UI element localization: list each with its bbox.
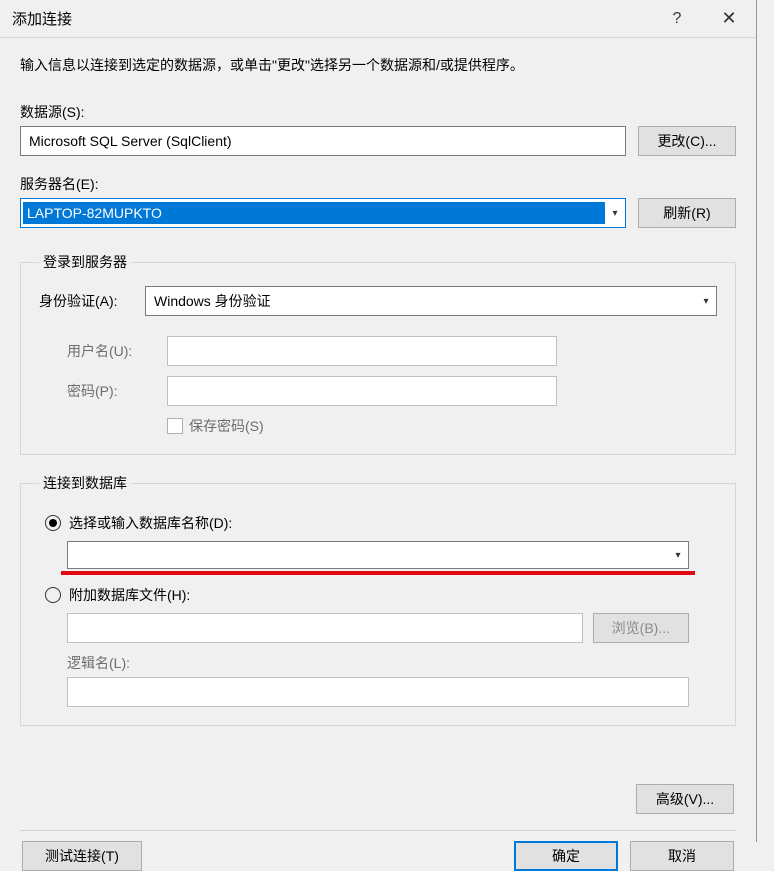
divider [20, 830, 736, 831]
cancel-button[interactable]: 取消 [630, 841, 734, 871]
server-name-combo[interactable]: LAPTOP-82MUPKTO ▾ [20, 198, 626, 228]
dialog-title: 添加连接 [12, 8, 652, 29]
logical-name-input [67, 677, 689, 707]
titlebar: 添加连接 ? ✕ [0, 0, 756, 38]
attach-db-label: 附加数据库文件(H): [69, 585, 190, 605]
dialog-body: 输入信息以连接到选定的数据源，或单击"更改"选择另一个数据源和/或提供程序。 数… [0, 38, 756, 871]
data-source-input [20, 126, 626, 156]
server-name-value: LAPTOP-82MUPKTO [23, 202, 605, 224]
auth-label: 身份验证(A): [39, 291, 133, 311]
browse-button: 浏览(B)... [593, 613, 689, 643]
attach-file-input [67, 613, 583, 643]
chevron-down-icon: ▾ [668, 550, 688, 561]
chevron-down-icon: ▾ [605, 208, 625, 219]
data-source-label: 数据源(S): [20, 102, 736, 122]
server-name-label: 服务器名(E): [20, 174, 736, 194]
password-label: 密码(P): [67, 381, 167, 401]
chevron-down-icon: ▾ [696, 296, 716, 307]
close-button[interactable]: ✕ [702, 0, 756, 38]
instruction-text: 输入信息以连接到选定的数据源，或单击"更改"选择另一个数据源和/或提供程序。 [20, 54, 736, 76]
login-fieldset: 登录到服务器 身份验证(A): Windows 身份验证 ▾ 用户名(U): 密… [20, 252, 736, 455]
database-fieldset: 连接到数据库 选择或输入数据库名称(D): ▾ 附加数据库文件(H): 浏览(B… [20, 473, 736, 726]
logical-name-label: 逻辑名(L): [67, 653, 689, 673]
username-input [167, 336, 557, 366]
database-legend: 连接到数据库 [39, 473, 131, 493]
password-input [167, 376, 557, 406]
auth-combo[interactable]: Windows 身份验证 ▾ [145, 286, 717, 316]
dialog-footer: 测试连接(T) 确定 取消 [20, 841, 736, 871]
login-legend: 登录到服务器 [39, 252, 131, 272]
ok-button[interactable]: 确定 [514, 841, 618, 871]
add-connection-dialog: 添加连接 ? ✕ 输入信息以连接到选定的数据源，或单击"更改"选择另一个数据源和… [0, 0, 757, 842]
annotation-underline [61, 571, 695, 575]
refresh-button[interactable]: 刷新(R) [638, 198, 736, 228]
attach-db-radio[interactable] [45, 587, 61, 603]
auth-value: Windows 身份验证 [146, 291, 696, 311]
help-button[interactable]: ? [652, 0, 702, 38]
change-button[interactable]: 更改(C)... [638, 126, 736, 156]
test-connection-button[interactable]: 测试连接(T) [22, 841, 142, 871]
username-label: 用户名(U): [67, 341, 167, 361]
select-db-radio[interactable] [45, 515, 61, 531]
select-db-label: 选择或输入数据库名称(D): [69, 513, 232, 533]
database-name-combo[interactable]: ▾ [67, 541, 689, 569]
advanced-button[interactable]: 高级(V)... [636, 784, 734, 814]
save-password-label: 保存密码(S) [189, 416, 264, 436]
save-password-checkbox [167, 418, 183, 434]
